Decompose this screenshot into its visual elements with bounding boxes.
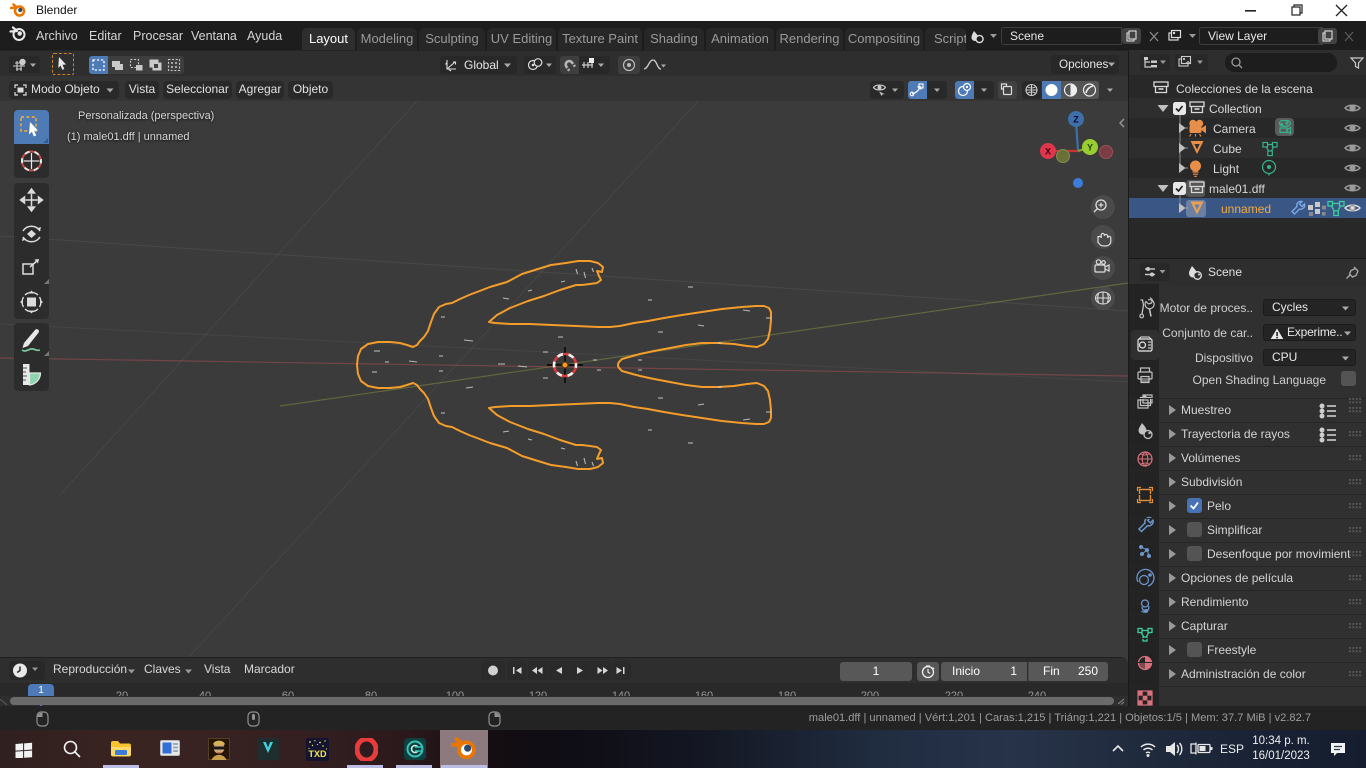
- svg-text:Desenfoque por movimient: Desenfoque por movimient: [1207, 547, 1351, 561]
- svg-text:Light: Light: [1213, 162, 1240, 176]
- svg-text:Opciones de película: Opciones de película: [1181, 571, 1293, 585]
- svg-text:Trayectoria de rayos: Trayectoria de rayos: [1181, 427, 1290, 441]
- svg-text:Muestreo: Muestreo: [1181, 403, 1231, 417]
- svg-text:Rendimiento: Rendimiento: [1181, 595, 1249, 609]
- svg-text:X: X: [1045, 147, 1051, 157]
- svg-text:Freestyle: Freestyle: [1207, 643, 1257, 657]
- svg-text:Cube: Cube: [1213, 142, 1242, 156]
- svg-text:Pelo: Pelo: [1207, 499, 1231, 513]
- svg-text:Collection: Collection: [1209, 102, 1262, 116]
- svg-text:Administración de color: Administración de color: [1181, 667, 1306, 681]
- svg-text:Z: Z: [1073, 115, 1079, 125]
- svg-text:Volúmenes: Volúmenes: [1181, 451, 1240, 465]
- svg-text:Camera: Camera: [1213, 122, 1256, 136]
- svg-text:Subdivisión: Subdivisión: [1181, 475, 1242, 489]
- svg-text:Colecciones de la escena: Colecciones de la escena: [1176, 82, 1313, 96]
- svg-text:unnamed: unnamed: [1221, 202, 1271, 216]
- svg-text:TXD: TXD: [308, 749, 327, 759]
- svg-text:Capturar: Capturar: [1181, 619, 1228, 633]
- svg-text:male01.dff: male01.dff: [1209, 182, 1265, 196]
- svg-text:Simplificar: Simplificar: [1207, 523, 1262, 537]
- svg-text:Y: Y: [1087, 143, 1093, 153]
